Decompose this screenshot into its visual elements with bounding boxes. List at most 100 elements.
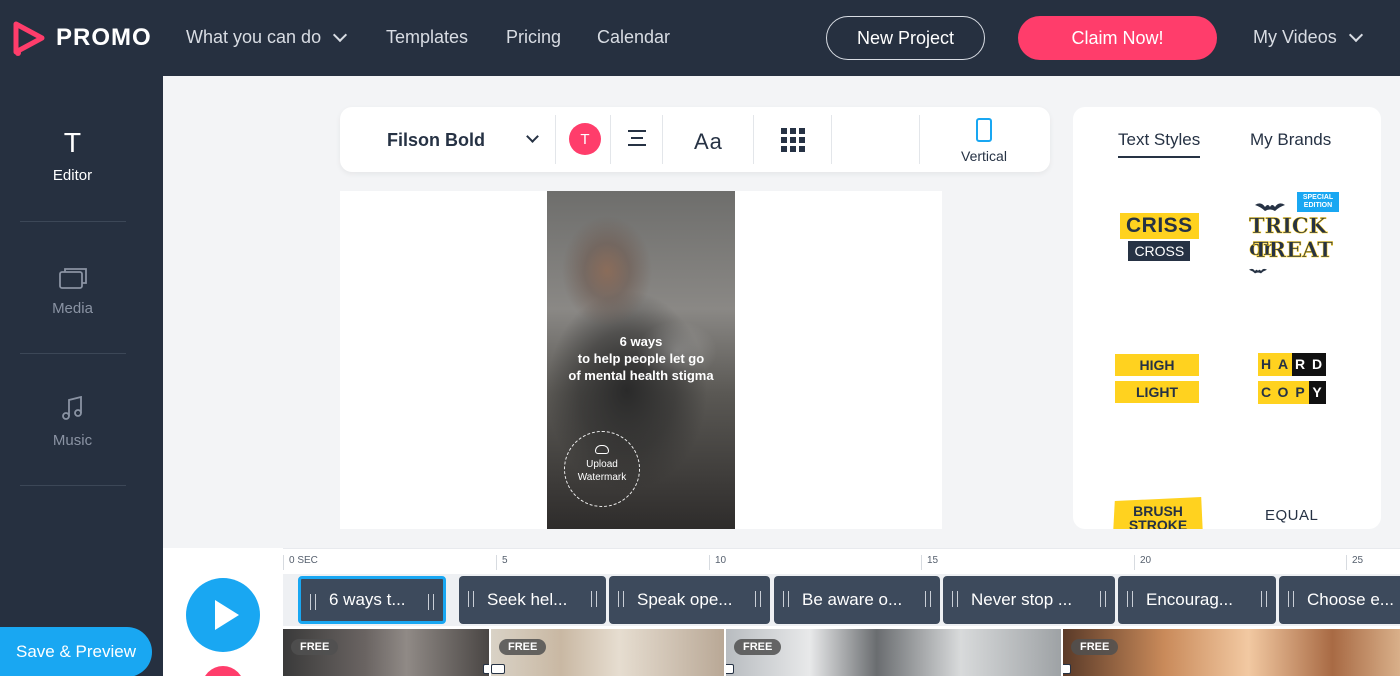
free-badge: FREE: [499, 639, 547, 655]
free-badge: FREE: [291, 639, 339, 655]
style-letter: C: [1258, 381, 1275, 404]
orientation-label: Vertical: [961, 148, 1007, 164]
claim-now-button[interactable]: Claim Now!: [1018, 16, 1217, 60]
copy-row: C O P Y: [1258, 381, 1326, 404]
media-thumbnail[interactable]: FREE: [283, 629, 489, 676]
hard-row: H A R D: [1258, 353, 1326, 376]
drag-handle-icon[interactable]: [925, 591, 931, 607]
video-preview[interactable]: 6 ways to help people let go of mental h…: [547, 191, 735, 529]
nav-label: Templates: [386, 27, 469, 47]
chevron-down-icon[interactable]: [526, 130, 539, 143]
font-size-button[interactable]: Aa: [694, 129, 723, 155]
sidebar-item-editor[interactable]: T Editor: [0, 131, 145, 184]
save-preview-button[interactable]: Save & Preview: [0, 627, 152, 676]
style-text: HIGH: [1115, 354, 1199, 376]
drag-handle-icon[interactable]: [1100, 591, 1106, 607]
grid-dot: [799, 146, 805, 152]
promo-logo[interactable]: PROMO: [12, 20, 152, 56]
font-select[interactable]: Filson Bold: [387, 130, 485, 151]
clip-label: Choose e...: [1307, 590, 1394, 609]
drag-handle-icon[interactable]: [428, 594, 434, 610]
drag-handle-icon[interactable]: [952, 591, 958, 607]
headline-line-3[interactable]: of mental health stigma: [547, 367, 735, 384]
drag-handle-icon[interactable]: [1261, 591, 1267, 607]
style-text: CROSS: [1128, 241, 1191, 261]
style-trick-or-treat[interactable]: SPECIAL EDITION TRICK or TREAT: [1247, 189, 1343, 279]
free-badge: FREE: [1071, 639, 1119, 655]
style-brush-stroke[interactable]: BRUSH STROKE: [1113, 497, 1203, 529]
drag-handle-icon[interactable]: [310, 594, 316, 610]
timeline-clip[interactable]: Seek hel...: [459, 576, 606, 624]
style-letter: O: [1275, 381, 1292, 404]
nav-templates[interactable]: Templates: [386, 27, 468, 48]
bat-icon: [1249, 268, 1267, 274]
sidebar-item-music[interactable]: Music: [0, 396, 145, 449]
swap-icon[interactable]: [726, 664, 734, 674]
play-button[interactable]: [186, 578, 260, 652]
headline-line-2[interactable]: to help people let go: [547, 350, 735, 367]
timeline-clip[interactable]: 6 ways t...: [298, 576, 446, 624]
grid-dot: [781, 137, 787, 143]
clip-label: Never stop ...: [971, 590, 1073, 609]
orientation-button[interactable]: Vertical: [940, 118, 1028, 164]
style-text: CRISS: [1120, 213, 1199, 239]
text-align-icon[interactable]: [628, 130, 646, 151]
style-letter: Y: [1309, 381, 1326, 404]
drag-handle-icon[interactable]: [468, 591, 474, 607]
bat-icon: [1255, 203, 1285, 211]
timeline-clip[interactable]: Never stop ...: [943, 576, 1115, 624]
cloud-upload-icon: [595, 445, 609, 454]
timeline-clip[interactable]: Choose e...: [1279, 576, 1400, 624]
style-letter: H: [1258, 353, 1275, 376]
drag-handle-icon[interactable]: [783, 591, 789, 607]
free-badge: FREE: [734, 639, 782, 655]
text-color-button[interactable]: T: [569, 123, 601, 155]
nav-label: What you can do: [186, 27, 322, 47]
sidebar-item-label: Editor: [52, 167, 93, 184]
timeline-ruler: [283, 548, 1400, 549]
toolbar-divider: [610, 115, 611, 164]
swap-icon[interactable]: [491, 664, 505, 674]
layout-grid-icon[interactable]: [781, 128, 805, 152]
nav-calendar[interactable]: Calendar: [597, 27, 670, 48]
nav-pricing[interactable]: Pricing: [506, 27, 561, 48]
headline-line-1[interactable]: 6 ways: [547, 333, 735, 350]
new-project-button[interactable]: New Project: [826, 16, 985, 60]
timeline-clip[interactable]: Speak ope...: [609, 576, 770, 624]
style-text: TREAT: [1253, 237, 1333, 262]
media-thumbnail[interactable]: FREE: [1063, 629, 1400, 676]
drag-handle-icon[interactable]: [1288, 591, 1294, 607]
align-line: [628, 130, 646, 132]
tab-text-styles[interactable]: Text Styles: [1118, 130, 1201, 158]
drag-handle-icon[interactable]: [618, 591, 624, 607]
style-highlight[interactable]: HIGH LIGHT: [1115, 354, 1199, 408]
media-thumbnail[interactable]: FREE: [726, 629, 1061, 676]
my-videos-menu[interactable]: My Videos: [1253, 27, 1363, 48]
sidebar-item-media[interactable]: Media: [0, 266, 145, 317]
style-equal-parts[interactable]: EQUAL: [1265, 507, 1318, 524]
clip-label: Encourag...: [1146, 590, 1233, 609]
style-criss-cross[interactable]: CRISS CROSS: [1120, 213, 1199, 261]
style-hard-copy[interactable]: H A R D C O P Y: [1258, 353, 1326, 409]
timeline-clip[interactable]: Be aware o...: [774, 576, 940, 624]
upload-watermark-button[interactable]: Upload Watermark: [564, 431, 640, 507]
drag-handle-icon[interactable]: [591, 591, 597, 607]
style-text: LIGHT: [1115, 381, 1199, 403]
clip-label: 6 ways t...: [329, 590, 406, 609]
text-styles-panel: Text Styles My Brands CRISS CROSS SPECIA…: [1073, 107, 1381, 529]
swap-icon[interactable]: [1063, 664, 1071, 674]
drag-handle-icon[interactable]: [755, 591, 761, 607]
media-thumbnail[interactable]: FREE: [491, 629, 724, 676]
style-letter: D: [1309, 353, 1326, 376]
brand-name: PROMO: [56, 24, 152, 51]
sidebar-item-label: Music: [52, 432, 93, 449]
nav-what-you-can-do[interactable]: What you can do: [186, 27, 348, 48]
special-edition-badge: SPECIAL EDITION: [1297, 192, 1339, 212]
sidebar-divider: [20, 485, 126, 486]
ruler-tick: 15: [921, 555, 938, 570]
swap-icon[interactable]: [483, 664, 489, 674]
drag-handle-icon[interactable]: [1127, 591, 1133, 607]
tab-my-brands[interactable]: My Brands: [1250, 130, 1331, 150]
timeline-clip[interactable]: Encourag...: [1118, 576, 1276, 624]
grid-dot: [781, 128, 787, 134]
